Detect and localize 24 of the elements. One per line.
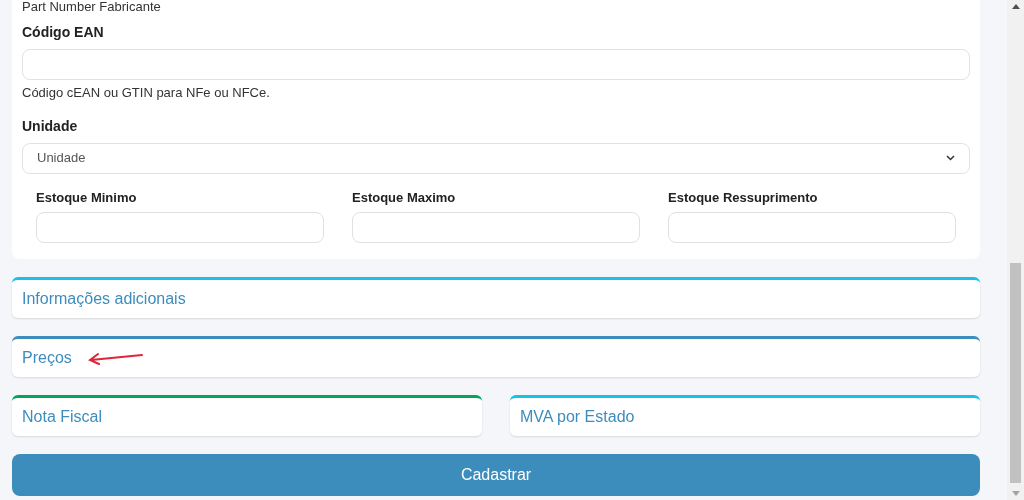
input-field[interactable] [352,212,640,243]
panel-title[interactable]: MVA por Estado [520,405,635,429]
field-hint: Código cEAN ou GTIN para NFe ou NFCe. [22,84,271,102]
select-value: Unidade [37,149,86,168]
panel-title[interactable]: Preços [22,346,72,370]
field-label: Estoque Maximo [352,188,457,207]
select-field[interactable]: Unidade [22,142,970,174]
collapsible-panel[interactable]: Nota Fiscal [12,395,482,436]
scrollbar-drawing[interactable] [1007,0,1024,500]
collapsible-panel[interactable]: Informações adicionais [12,277,980,318]
field-label: Estoque Minimo [36,188,138,207]
field-label: Código EAN [22,23,105,42]
field-label: Estoque Ressuprimento [668,188,819,207]
panel-title[interactable]: Nota Fiscal [22,405,103,429]
collapsible-panel[interactable]: MVA por Estado [510,395,980,436]
panel-title[interactable]: Informações adicionais [22,287,186,311]
field-hint: Part Number Fabricante [22,0,162,14]
submit-button[interactable]: Cadastrar [12,454,980,496]
input-field[interactable] [36,212,324,243]
input-field[interactable] [22,49,970,80]
input-field[interactable] [668,212,956,243]
chevron-down-icon [946,155,955,161]
field-label: Unidade [22,116,79,136]
collapsible-panel[interactable]: Preços [12,336,980,377]
